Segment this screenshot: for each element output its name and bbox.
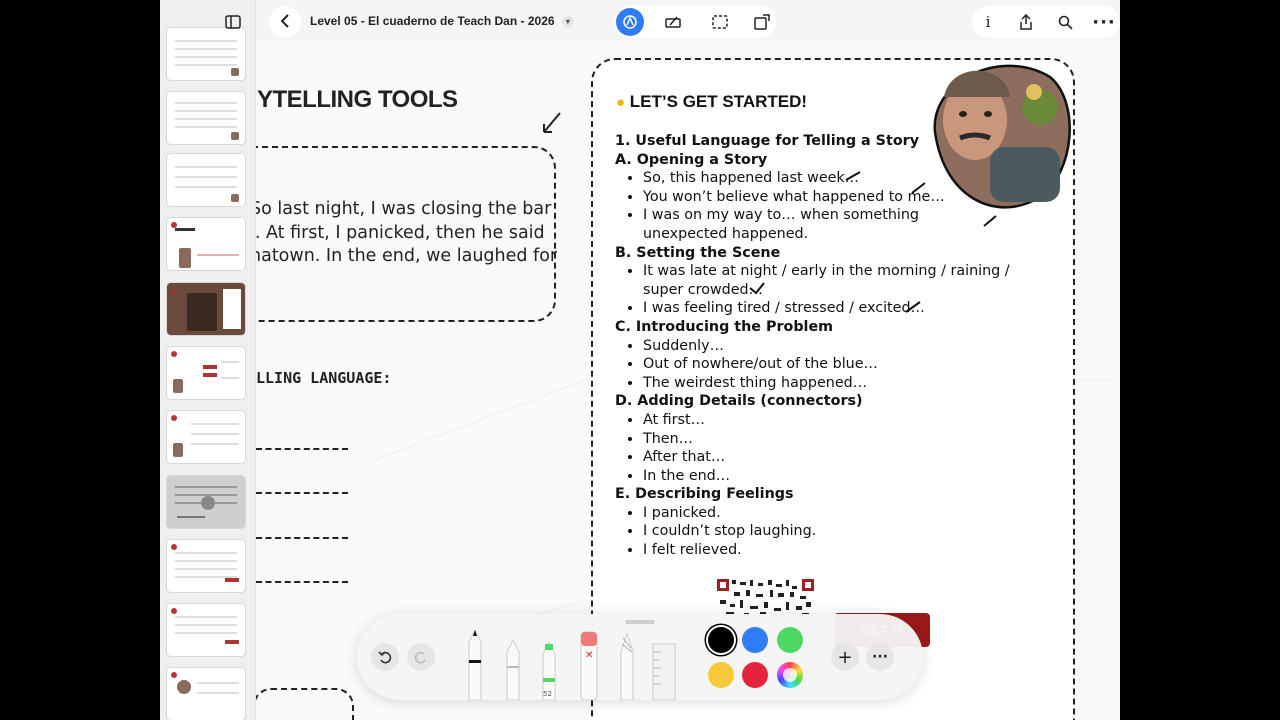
- back-button[interactable]: [269, 6, 301, 38]
- pen-size-label: 52: [543, 690, 552, 698]
- teacher-avatar: [933, 64, 1071, 209]
- drawing-tools: 52 ✕: [468, 628, 676, 700]
- marker-icon[interactable]: [658, 6, 690, 38]
- sidebar-icon[interactable]: [217, 6, 249, 38]
- info-icon[interactable]: i: [972, 6, 1004, 38]
- chevron-left-icon: [280, 13, 290, 32]
- plus-icon[interactable]: +: [831, 643, 859, 671]
- color-black-selected[interactable]: [708, 627, 734, 653]
- page-thumbnail-current[interactable]: [167, 476, 245, 528]
- color-yellow[interactable]: [708, 662, 734, 688]
- search-icon[interactable]: [1049, 6, 1081, 38]
- undo-icon[interactable]: [371, 643, 399, 671]
- document-title-text: Level 05 - El cuaderno de Teach Dan - 20…: [310, 14, 555, 28]
- app-window: YTELLING TOOLS So last night, I was clos…: [160, 0, 1120, 720]
- color-green[interactable]: [777, 627, 803, 653]
- page-thumbnails-sidebar: [160, 0, 256, 720]
- page-thumbnail[interactable]: [167, 92, 245, 144]
- share-icon[interactable]: [1010, 6, 1042, 38]
- redo-icon[interactable]: [407, 643, 435, 671]
- drawing-toolbar: 52 ✕ + ···: [357, 614, 923, 700]
- page-thumbnail[interactable]: [167, 604, 245, 656]
- dashed-rect-icon[interactable]: [704, 6, 736, 38]
- lasso-tool[interactable]: [620, 632, 634, 700]
- teacher-video-bubble[interactable]: [930, 52, 1075, 212]
- highlighter-tool[interactable]: 52: [542, 640, 556, 700]
- color-picker-rainbow[interactable]: [777, 662, 803, 688]
- page-thumbnail[interactable]: [167, 218, 245, 270]
- color-blue[interactable]: [742, 627, 768, 653]
- page-thumbnail[interactable]: [167, 540, 245, 592]
- page-thumbnail[interactable]: [167, 411, 245, 463]
- pen-tool[interactable]: [468, 628, 482, 700]
- toolbar-grabber[interactable]: [625, 620, 655, 624]
- pencil-tool[interactable]: [506, 638, 520, 700]
- top-toolbar: Level 05 - El cuaderno de Teach Dan - 20…: [160, 0, 1120, 44]
- page-thumbnail[interactable]: [167, 668, 245, 720]
- ellipsis-icon[interactable]: ···: [866, 643, 894, 671]
- page-thumbnail[interactable]: [167, 283, 245, 335]
- page-thumbnail[interactable]: [167, 154, 245, 206]
- ruler-tool[interactable]: [652, 643, 676, 700]
- shape-icon[interactable]: [746, 6, 778, 38]
- color-red[interactable]: [742, 662, 768, 688]
- pen-nib-icon[interactable]: [616, 8, 644, 36]
- svg-text:✕: ✕: [585, 650, 593, 661]
- eraser-tool[interactable]: ✕: [580, 631, 598, 700]
- page-thumbnail[interactable]: [167, 347, 245, 399]
- chevron-down-icon[interactable]: ▾: [561, 15, 574, 28]
- ellipsis-icon[interactable]: ···: [1088, 6, 1120, 38]
- document-title[interactable]: Level 05 - El cuaderno de Teach Dan - 20…: [310, 14, 574, 28]
- qr-code: [716, 578, 815, 618]
